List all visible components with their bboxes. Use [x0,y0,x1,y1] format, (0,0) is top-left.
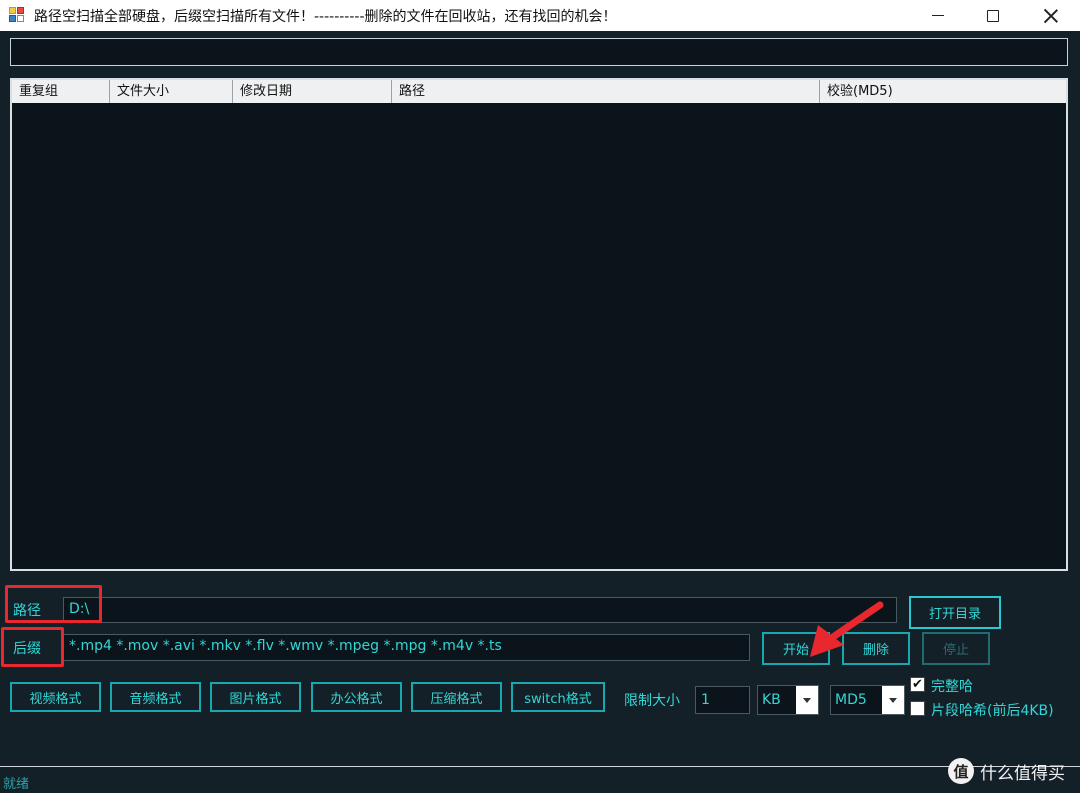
suffix-highlight-box [1,627,64,667]
column-header-size[interactable]: 文件大小 [110,80,233,103]
switch-format-button[interactable]: switch格式 [511,682,605,712]
top-info-bar [10,38,1068,66]
red-arrow-annotation [810,601,884,657]
suffix-input[interactable]: *.mp4 *.mov *.avi *.mkv *.flv *.wmv *.mp… [63,634,750,661]
chevron-down-icon [882,686,904,714]
path-highlight-box [5,585,102,623]
path-input[interactable]: D:\ [63,597,897,623]
office-format-button[interactable]: 办公格式 [311,682,402,712]
status-text: 就绪 [3,777,30,792]
watermark-logo: 值 [948,758,974,784]
hash-type-value: MD5 [835,692,867,708]
close-button[interactable] [1024,0,1078,31]
column-header-path[interactable]: 路径 [392,80,820,103]
watermark-text: 什么值得买 [980,763,1065,784]
minimize-button[interactable] [911,0,965,31]
video-format-button[interactable]: 视频格式 [10,682,101,712]
stop-button[interactable]: 停止 [922,632,990,665]
minimize-icon [932,15,944,16]
client-area: 重复组 文件大小 修改日期 路径 校验(MD5) 路径 D:\ 打开目录 后缀 … [0,31,1080,766]
maximize-icon [987,9,999,22]
column-header-md5[interactable]: 校验(MD5) [820,80,1066,103]
image-format-button[interactable]: 图片格式 [210,682,301,712]
app-icon [9,7,25,23]
full-hash-checkbox[interactable]: ✔ [910,677,925,692]
maximize-button[interactable] [966,0,1020,31]
status-bar: 就绪 [0,766,1080,793]
window-title: 路径空扫描全部硬盘，后缀空扫描所有文件！----------删除的文件在回收站，… [34,9,617,25]
chevron-down-icon [796,686,818,714]
open-directory-button[interactable]: 打开目录 [909,596,1001,629]
close-icon [1044,9,1058,23]
limit-size-input[interactable]: 1 [695,686,750,714]
hash-type-select[interactable]: MD5 [830,685,905,715]
partial-hash-checkbox[interactable] [910,701,925,716]
full-hash-label: 完整哈 [931,679,973,695]
size-unit-value: KB [762,692,781,708]
watermark: 值 什么值得买 [948,758,1065,784]
column-header-date[interactable]: 修改日期 [233,80,392,103]
limit-size-label: 限制大小 [624,693,680,709]
grid-header: 重复组 文件大小 修改日期 路径 校验(MD5) [12,80,1066,103]
results-grid[interactable]: 重复组 文件大小 修改日期 路径 校验(MD5) [10,78,1068,571]
check-icon: ✔ [912,677,923,692]
partial-hash-label: 片段哈希(前后4KB) [931,703,1054,719]
audio-format-button[interactable]: 音频格式 [110,682,201,712]
archive-format-button[interactable]: 压缩格式 [411,682,502,712]
title-bar: 路径空扫描全部硬盘，后缀空扫描所有文件！----------删除的文件在回收站，… [0,0,1080,31]
size-unit-select[interactable]: KB [757,685,819,715]
column-header-group[interactable]: 重复组 [12,80,110,103]
